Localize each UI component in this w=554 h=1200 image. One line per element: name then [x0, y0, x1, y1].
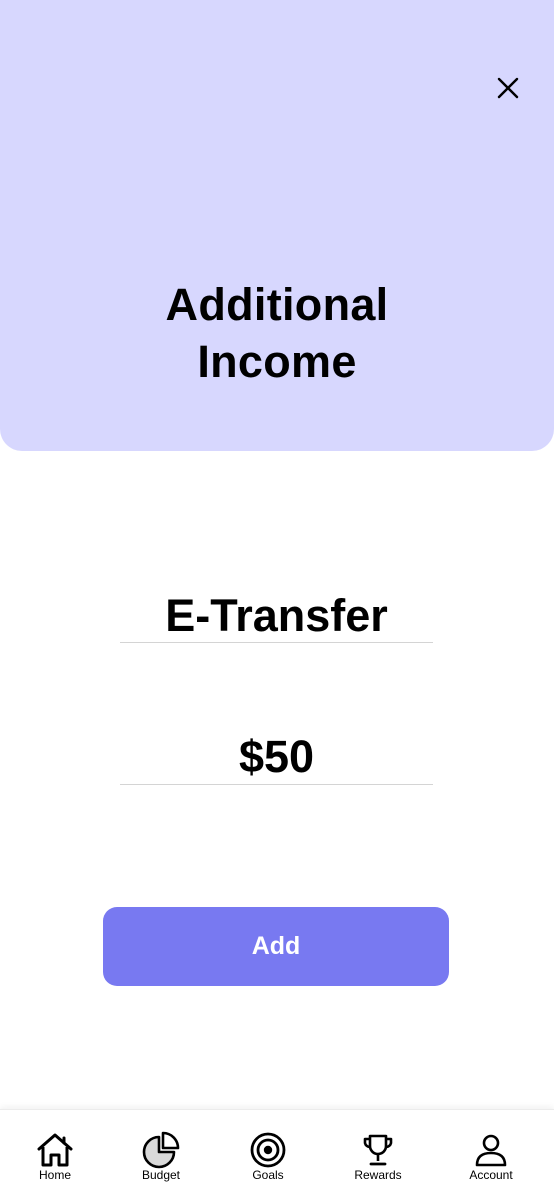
close-icon	[497, 77, 519, 99]
tab-rewards-label: Rewards	[354, 1168, 402, 1182]
income-amount-field[interactable]: $50	[120, 729, 433, 785]
tab-account[interactable]: Account	[441, 1110, 541, 1200]
income-amount-value: $50	[238, 731, 315, 782]
target-icon	[248, 1130, 288, 1170]
tab-budget[interactable]: Budget	[111, 1110, 211, 1200]
page-title-line1: Additional	[165, 279, 389, 330]
page-title-line2: Income	[197, 336, 357, 387]
income-source-value: E-Transfer	[165, 590, 388, 641]
add-button[interactable]: Add	[103, 907, 449, 986]
tab-home[interactable]: Home	[5, 1110, 105, 1200]
trophy-icon	[358, 1130, 398, 1170]
pie-chart-icon	[141, 1130, 181, 1170]
tab-goals-label: Goals	[252, 1168, 284, 1182]
tab-rewards[interactable]: Rewards	[328, 1110, 428, 1200]
close-button[interactable]	[490, 70, 526, 106]
bottom-tab-bar: Home Budget Goals Rewards Account	[0, 1109, 554, 1200]
tab-budget-label: Budget	[141, 1168, 181, 1182]
income-source-field[interactable]: E-Transfer	[120, 588, 433, 643]
user-icon	[471, 1130, 511, 1170]
home-icon	[35, 1130, 75, 1170]
tab-home-label: Home	[38, 1168, 71, 1182]
header-panel: Additional Income	[0, 0, 554, 451]
tab-account-label: Account	[469, 1168, 513, 1182]
page-title: Additional Income	[0, 276, 554, 390]
tab-goals[interactable]: Goals	[218, 1110, 318, 1200]
